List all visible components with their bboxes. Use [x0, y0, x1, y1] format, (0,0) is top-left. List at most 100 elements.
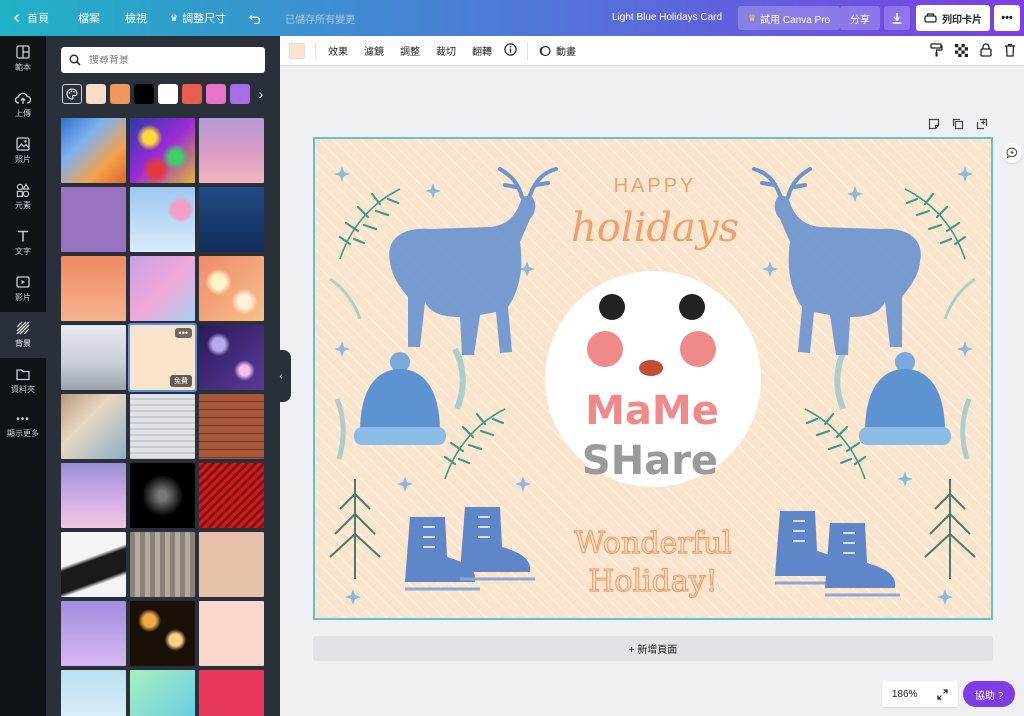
background-thumbnail[interactable] [199, 463, 264, 528]
paint-roller-icon[interactable] [930, 43, 943, 57]
wonderful-text[interactable]: Wonderful [574, 525, 733, 561]
background-thumbnail[interactable] [61, 118, 126, 183]
background-thumbnail[interactable] [61, 394, 126, 459]
background-thumbnail[interactable] [61, 670, 126, 716]
trash-icon[interactable] [1004, 43, 1016, 57]
background-thumbnail[interactable] [61, 325, 126, 390]
background-thumbnail[interactable] [199, 118, 264, 183]
save-status: 已儲存所有變更 [285, 14, 356, 26]
more-options-button[interactable]: ••• [994, 5, 1020, 31]
template-icon [16, 45, 30, 59]
background-color-swatch[interactable] [289, 42, 305, 59]
comment-button[interactable] [1002, 143, 1022, 163]
sidebar-item-elements[interactable]: 元素 [0, 174, 46, 220]
background-thumbnail[interactable] [61, 256, 126, 321]
happy-text[interactable]: HAPPY [614, 175, 697, 197]
swatch-white[interactable] [158, 84, 178, 104]
effects-button[interactable]: 效果 [316, 43, 356, 58]
comment-icon [1006, 147, 1018, 159]
background-thumbnail[interactable] [199, 532, 264, 597]
home-button[interactable]: 首頁 [0, 0, 58, 36]
swatch-purple[interactable] [230, 84, 250, 104]
swatch-orange[interactable] [110, 84, 130, 104]
adjust-button[interactable]: 調整 [392, 43, 428, 58]
swatch-black[interactable] [134, 84, 154, 104]
background-thumbnail[interactable] [199, 670, 264, 716]
flip-button[interactable]: 翻轉 [464, 43, 500, 58]
chevron-left-icon: ‹ [279, 370, 283, 382]
sidebar-label: 照片 [15, 155, 31, 164]
search-input[interactable] [89, 54, 249, 66]
background-thumbnail[interactable] [130, 187, 195, 252]
design-canvas[interactable]: HAPPY holidays MaMe SHare Wonderful Holi… [313, 137, 993, 620]
background-thumbnail[interactable] [61, 532, 126, 597]
add-page-icon[interactable] [976, 118, 988, 130]
logo-bottom-text[interactable]: SHare [582, 438, 718, 484]
document-title[interactable]: Light Blue Holidays Card [612, 12, 722, 23]
duplicate-icon[interactable] [952, 118, 964, 130]
background-thumbnail[interactable] [130, 601, 195, 666]
swatch-peach[interactable] [86, 84, 106, 104]
side-nav: 範本 上傳 照片 元素 文字 影片 背景 資料夾 ••• 顯示更多 [0, 36, 46, 716]
chevron-right-icon[interactable]: › [254, 86, 268, 102]
sidebar-item-templates[interactable]: 範本 [0, 36, 46, 82]
background-thumbnail[interactable] [199, 325, 264, 390]
background-thumbnail[interactable] [199, 601, 264, 666]
background-thumbnail[interactable] [130, 463, 195, 528]
help-button[interactable]: 協助 ? [963, 681, 1015, 707]
palette-button[interactable] [62, 84, 82, 104]
background-thumbnail[interactable] [199, 187, 264, 252]
sidebar-item-videos[interactable]: 影片 [0, 266, 46, 312]
view-menu[interactable]: 檢視 [109, 0, 156, 36]
background-thumbnail[interactable] [130, 118, 195, 183]
background-thumbnail[interactable] [130, 532, 195, 597]
crown-icon: ♛ [170, 12, 179, 23]
swatch-pink[interactable] [206, 84, 226, 104]
background-thumbnail[interactable] [199, 394, 264, 459]
background-thumbnail[interactable] [199, 256, 264, 321]
background-thumbnail[interactable] [130, 394, 195, 459]
undo-button[interactable] [235, 0, 271, 36]
add-page-button[interactable]: + 新增頁面 [313, 636, 993, 661]
background-thumbnail[interactable] [130, 256, 195, 321]
note-icon[interactable] [928, 118, 940, 130]
sidebar-item-more[interactable]: ••• 顯示更多 [0, 404, 46, 450]
background-thumbnail[interactable] [61, 601, 126, 666]
logo-top-text[interactable]: MaMe [585, 388, 719, 434]
lock-icon[interactable] [980, 43, 992, 57]
holiday-exclaim-text[interactable]: Holiday! [588, 563, 719, 599]
background-search[interactable] [61, 47, 265, 73]
zoom-control[interactable]: 186% [882, 681, 958, 707]
sidebar-label: 背景 [15, 339, 31, 348]
sidebar-label: 上傳 [15, 108, 31, 118]
file-menu[interactable]: 檔案 [58, 0, 109, 36]
info-button[interactable] [500, 42, 521, 59]
sidebar-item-background[interactable]: 背景 [0, 312, 46, 358]
thumbnail-more-badge[interactable]: ••• [174, 328, 192, 338]
sidebar-item-photos[interactable]: 照片 [0, 128, 46, 174]
sidebar-item-uploads[interactable]: 上傳 [0, 82, 46, 128]
folder-icon [16, 368, 30, 380]
background-thumbnail-selected[interactable]: ••• 免費 [128, 323, 197, 392]
transparency-icon[interactable] [955, 43, 968, 57]
collapse-panel-button[interactable]: ‹ [271, 350, 291, 402]
zoom-level[interactable]: 186% [892, 689, 918, 700]
swatch-coral[interactable] [182, 84, 202, 104]
sidebar-item-text[interactable]: 文字 [0, 220, 46, 266]
holidays-text[interactable]: holidays [571, 205, 739, 251]
try-pro-button[interactable]: ♛ 試用 Canva Pro [738, 6, 841, 30]
resize-button[interactable]: ♛ 調整尺寸 [156, 0, 235, 36]
print-card-button[interactable]: 列印卡片 [916, 5, 990, 31]
filter-button[interactable]: 濾鏡 [356, 43, 392, 58]
background-thumbnail[interactable] [61, 463, 126, 528]
printer-icon [924, 12, 937, 23]
share-button[interactable]: 分享 [840, 6, 880, 30]
search-icon [69, 54, 81, 66]
background-thumbnail[interactable] [130, 670, 195, 716]
fullscreen-icon[interactable] [937, 688, 948, 700]
crop-button[interactable]: 裁切 [428, 43, 464, 58]
download-button[interactable] [884, 6, 910, 30]
sidebar-item-folders[interactable]: 資料夾 [0, 358, 46, 404]
animate-button[interactable]: 動畫 [528, 43, 584, 58]
background-thumbnail[interactable] [61, 187, 126, 252]
